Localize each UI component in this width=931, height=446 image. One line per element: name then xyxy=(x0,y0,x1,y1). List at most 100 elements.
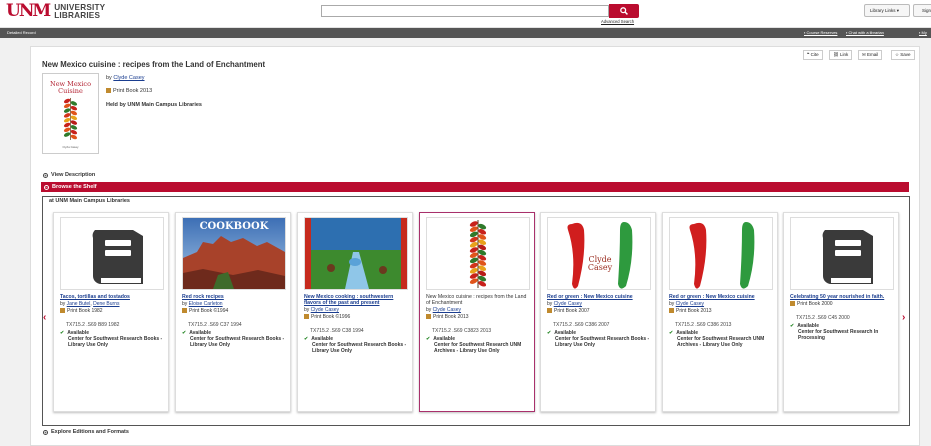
shelf-item-title: New Mexico cuisine : recipes from the La… xyxy=(426,294,527,307)
shelf-item-authors: by Eloise Carleton xyxy=(182,301,223,307)
advanced-search-link[interactable]: Advanced Search xyxy=(601,19,634,24)
my-account-link[interactable]: ▪ My xyxy=(919,28,927,38)
check-icon: ✔ xyxy=(304,336,309,342)
chat-librarian-link[interactable]: ▪ Chat with a librarian xyxy=(846,28,884,38)
shelf-item-authors: by Clyde Casey xyxy=(547,301,583,307)
shelf-item-availability: ✔ Available Center for Southwest Research … xyxy=(60,330,166,348)
shelf-item-title-link[interactable]: Red rock recipes xyxy=(182,294,288,300)
author-link[interactable]: Clyde Casey xyxy=(433,307,461,313)
book-cover-image[interactable]: New Mexico Cuisine Clyde Casey xyxy=(42,73,99,154)
shelf-item-title-link[interactable]: Red or green : New Mexico cuisine xyxy=(669,294,775,300)
email-button[interactable]: ✉ Email xyxy=(858,50,883,60)
shelf-item-authors: by Clyde Casey xyxy=(669,301,705,307)
search-icon xyxy=(620,7,628,15)
shelf-item-call-number: TX715.2 .S69 C3823 2013 xyxy=(432,328,492,334)
link-button[interactable]: ⛓ Link xyxy=(829,50,853,60)
shelf-item-location: Center for Southwest Research UNM Archiv… xyxy=(434,341,522,354)
site-header: UNM UNIVERSITY LIBRARIES Advanced Search … xyxy=(0,0,931,28)
author-link[interactable]: Clyde Casey xyxy=(113,75,144,81)
shelf-item-location: Center for Southwest Research Books - Li… xyxy=(190,335,285,348)
shelf-item-title-link[interactable]: Red or green : New Mexico cuisine xyxy=(547,294,653,300)
svg-text:Casey: Casey xyxy=(588,263,613,272)
shelf-item-call-number: TX715.2 .S69 C386 2007 xyxy=(553,322,610,328)
shelf-item-call-number: TX715.2 .S69 C386 2013 xyxy=(675,322,732,328)
shelf-item[interactable]: Celebrating 50 year nourished in faith. P… xyxy=(783,212,899,412)
sign-in-button[interactable]: Sign In xyxy=(913,4,931,17)
shelf-item-call-number: TX715.2 .S69 B89 1982 xyxy=(66,322,120,328)
course-reserves-link[interactable]: ▪ Course Reserves xyxy=(804,28,837,38)
shelf-item[interactable]: New Mexico cuisine : recipes from the La… xyxy=(419,212,535,412)
unm-libraries-logo[interactable]: UNM UNIVERSITY LIBRARIES xyxy=(6,3,105,20)
shelf-item-cover[interactable] xyxy=(790,217,894,290)
shelf-item-format: Print Book ©1996 xyxy=(304,314,350,320)
author-link[interactable]: Eloise Carleton xyxy=(189,301,223,307)
held-by: Held by UNM Main Campus Libraries xyxy=(106,102,202,108)
ristra-cover-image xyxy=(427,218,529,289)
shelf-item-availability: ✔ Available Center for Southwest Research … xyxy=(790,323,896,341)
cover-author: Clyde Casey xyxy=(62,145,78,149)
shelf-item-title-link[interactable]: Celebrating 50 year nourished in faith. xyxy=(790,294,896,300)
library-links-dropdown[interactable]: Library Links ▾ xyxy=(864,4,910,17)
shelf-item-cover[interactable]: Clyde Casey xyxy=(547,217,651,290)
shelf-item-cover[interactable] xyxy=(304,217,408,290)
author-link[interactable]: Dene Burns xyxy=(93,301,119,307)
check-icon: ✔ xyxy=(669,330,674,336)
author-link[interactable]: Clyde Casey xyxy=(554,301,582,307)
shelf-item[interactable]: COOKBOOK Red rock recipes by Eloise Carlet… xyxy=(175,212,291,412)
search-input[interactable] xyxy=(321,5,609,17)
author-link[interactable]: Clyde Casey xyxy=(676,301,704,307)
chiles-cover-image xyxy=(670,218,772,289)
shelf-item-cover[interactable] xyxy=(60,217,164,290)
shelf-item[interactable]: Red or green : New Mexico cuisine by Clyd… xyxy=(662,212,778,412)
shelf-item-format: Print Book ©1994 xyxy=(182,308,228,314)
shelf-item-cover[interactable] xyxy=(669,217,773,290)
chevron-left-icon[interactable]: ‹ xyxy=(43,312,46,323)
shelf-item-title-link[interactable]: New Mexico cooking : southwestern flavor… xyxy=(304,294,410,306)
print-book-icon xyxy=(304,314,309,319)
shelf-item-cover[interactable] xyxy=(426,217,530,290)
shelf-item-location: Center for Southwest Research Books - Li… xyxy=(68,335,163,348)
shelf-item-location: Center for Southwest Research UNM Archiv… xyxy=(677,335,765,348)
plus-circle-icon: + xyxy=(43,430,48,435)
shelf-item-availability: ✔ Available Center for Southwest Research … xyxy=(669,330,775,348)
book-icon xyxy=(822,230,873,284)
print-book-icon xyxy=(669,308,674,313)
shelf-item-format: Print Book 2000 xyxy=(790,301,833,307)
check-icon: ✔ xyxy=(60,330,65,336)
shelf-item[interactable]: Tacos, tortillas and tostados by Jane But… xyxy=(53,212,169,412)
print-book-icon xyxy=(547,308,552,313)
author-link[interactable]: Jane Butel xyxy=(67,301,91,307)
view-description-toggle[interactable]: + View Description xyxy=(43,172,95,178)
shelf-item-location: Center for Southwest Research In Process… xyxy=(798,328,879,341)
print-book-icon xyxy=(60,308,65,313)
shelf-item-location: Center for Southwest Research Books - Li… xyxy=(555,335,650,348)
book-icon xyxy=(92,230,143,284)
save-button[interactable]: ☆ Save xyxy=(891,50,915,60)
minus-circle-icon: − xyxy=(44,185,49,190)
shelf-item-call-number: TX715.2 .S69 C38 1994 xyxy=(310,328,364,334)
cookbook-cover-image: COOKBOOK xyxy=(183,218,285,289)
landscape-cover-image xyxy=(305,218,407,289)
search-button[interactable] xyxy=(609,4,639,18)
shelf-item-cover[interactable]: COOKBOOK xyxy=(182,217,286,290)
record-format: Print Book 2013 xyxy=(106,88,152,94)
shelf-item-location: Center for Southwest Research Books - Li… xyxy=(312,341,407,354)
shelf-item-title-link[interactable]: Tacos, tortillas and tostados xyxy=(60,294,166,300)
shelf-item-availability: ✔ Available Center for Southwest Research … xyxy=(547,330,653,348)
caret-down-icon: ▾ xyxy=(896,8,900,13)
shelf-item-format: Print Book 2013 xyxy=(426,314,469,320)
shelf-item[interactable]: New Mexico cooking : southwestern flavor… xyxy=(297,212,413,412)
author-link[interactable]: Clyde Casey xyxy=(311,307,339,313)
record-author: by Clyde Casey xyxy=(106,75,145,81)
link-icon: ⛓ xyxy=(833,52,840,57)
chevron-right-icon[interactable]: › xyxy=(902,312,905,323)
shelf-item-call-number: TX715.2 .S69 C37 1994 xyxy=(188,322,242,328)
cite-button[interactable]: ❝ Cite xyxy=(803,50,823,60)
check-icon: ✔ xyxy=(790,323,795,329)
shelf-item-format: Print Book 1982 xyxy=(60,308,103,314)
explore-editions-toggle[interactable]: + Explore Editions and Formats xyxy=(43,429,129,435)
check-icon: ✔ xyxy=(182,330,187,336)
browse-shelf-header[interactable]: − Browse the Shelf xyxy=(41,182,909,192)
shelf-location: at UNM Main Campus Libraries xyxy=(49,198,130,204)
shelf-item[interactable]: Clyde Casey Red or green : New Mexico cuis… xyxy=(540,212,656,412)
